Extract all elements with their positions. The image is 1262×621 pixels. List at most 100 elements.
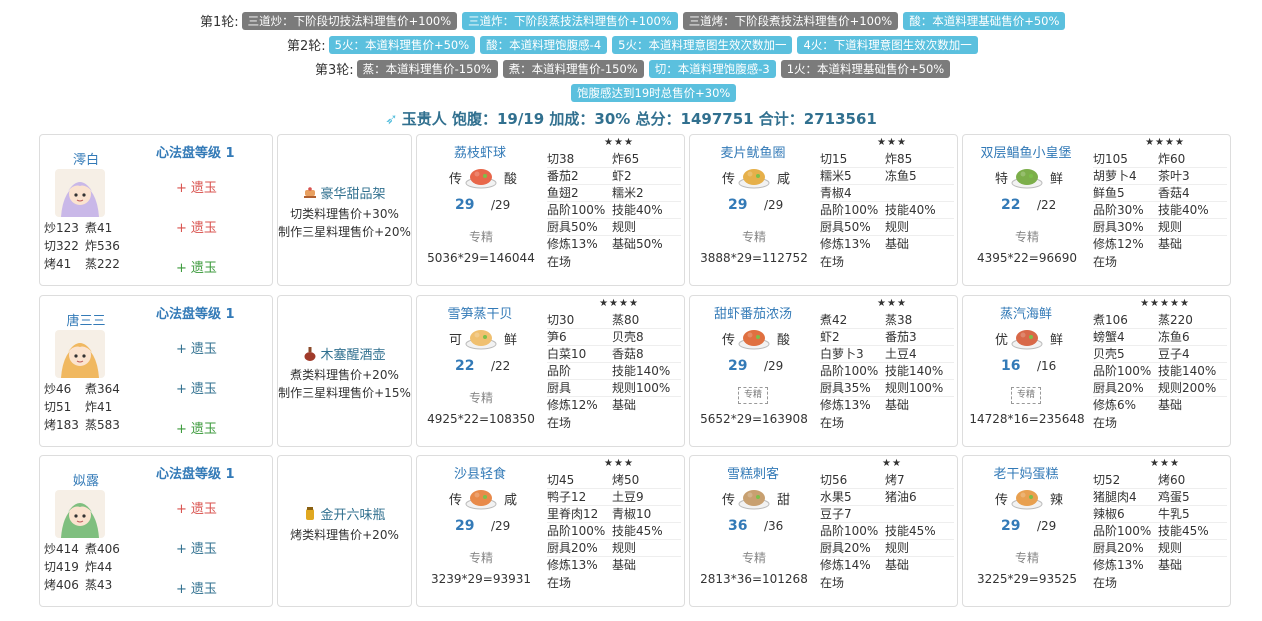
plus-icon: + (176, 422, 187, 437)
recipe-rank: 传 (449, 493, 463, 508)
recipe-quantity[interactable]: 22 (1001, 197, 1020, 213)
chef-stat: 切322 (44, 239, 79, 253)
recipe-max-quantity: /22 (491, 359, 511, 373)
recipe-taste: 酸 (777, 333, 791, 348)
recipe-quantity[interactable]: 36 (728, 518, 747, 534)
recipe-detail-row: 鸭子12 土豆9 (547, 489, 681, 506)
recipe-name[interactable]: 沙县轻食 (417, 463, 543, 482)
recipe-stars: ★★★★ (1145, 137, 1185, 148)
recipe-quantity[interactable]: 29 (728, 358, 747, 374)
recipe-detail-cell: 厨具20% (1093, 541, 1144, 555)
gem-slot[interactable]: + 遗玉 (176, 257, 217, 276)
heart-disc-level[interactable]: 心法盘等级 1 (156, 142, 235, 161)
recipe-detail-cell: 冻鱼6 (1158, 330, 1190, 344)
recipe-max-quantity: /16 (1037, 359, 1057, 373)
plus-icon: + (176, 502, 187, 517)
chef-stat-row: 烤406 蒸43 (44, 576, 120, 594)
recipe-detail-cell: 基础 (1158, 237, 1183, 251)
recipe-rank: 优 (995, 333, 1009, 348)
recipe-name[interactable]: 老干妈蛋糕 (963, 463, 1089, 482)
gem-slot[interactable]: + 遗玉 (176, 578, 217, 597)
equip-title[interactable]: 木塞醒酒壶 (278, 344, 411, 363)
recipe-name[interactable]: 雪糕刺客 (690, 463, 816, 482)
heart-disc-level[interactable]: 心法盘等级 1 (156, 463, 235, 482)
gem-name: 遗玉 (190, 382, 217, 397)
equip-title[interactable]: 豪华甜品架 (278, 183, 411, 202)
recipe-detail-table: 煮106 蒸220 螃蟹4 冻鱼6 贝壳5 豆子4 品阶100% 技能140% 厨具20% 规则2… (1093, 312, 1227, 414)
gem-slot[interactable]: + 遗玉 (176, 177, 217, 196)
gem-slot[interactable]: + 遗玉 (176, 217, 217, 236)
recipe-detail-cell: 香菇8 (612, 347, 644, 361)
recipe-quantity[interactable]: 22 (455, 358, 474, 374)
recipe-detail-cell: 贝壳5 (1093, 347, 1125, 361)
dish-icon (737, 323, 771, 351)
recipe-name[interactable]: 双层鲳鱼小皇堡 (963, 142, 1089, 161)
recipe-quantity[interactable]: 29 (455, 197, 474, 213)
recipe-detail-cell: 修炼12% (547, 398, 598, 412)
recipe-detail-row: 修炼13% 基础50% (547, 236, 681, 253)
recipe-quantity[interactable]: 29 (728, 197, 747, 213)
recipe-quantity[interactable]: 16 (1001, 358, 1020, 374)
recipe-quantity[interactable]: 29 (455, 518, 474, 534)
rule-tag: 5火：本道料理意图生效次数加一 (612, 35, 793, 54)
heart-disc-level[interactable]: 心法盘等级 1 (156, 303, 235, 322)
gem-slot[interactable]: + 遗玉 (176, 538, 217, 557)
recipe-detail-cell: 基础 (885, 237, 910, 251)
specialty-badge: 专精 (1011, 387, 1041, 404)
recipe-name[interactable]: 甜虾番茄浓汤 (690, 303, 816, 322)
recipe-detail-cell: 基础50% (612, 237, 663, 251)
specialty-label: 专精 (469, 230, 494, 244)
recipe-detail-cell: 切56 (820, 473, 848, 487)
recipe-detail-table: 切45 烤50 鸭子12 土豆9 里脊肉12 青椒10 品阶100% 技能45% 厨具20% 规则… (547, 472, 681, 574)
chef-card: 姒露 炒414 煮406 切419 炸44 烤406 蒸43 心法盘等级 1 + 遗玉 + 遗玉 + 遗玉 (39, 455, 273, 607)
recipe-detail-cell: 炸60 (1158, 152, 1186, 166)
recipe-stars: ★★★ (604, 137, 634, 148)
gem-slot[interactable]: + 遗玉 (176, 338, 217, 357)
rule-tag: 1火：本道料理基础售价+50% (780, 59, 951, 78)
plus-icon: + (176, 181, 187, 196)
recipe-name[interactable]: 雪笋蒸干贝 (417, 303, 543, 322)
recipe-detail-cell: 规则 (612, 541, 637, 555)
equip-effect: 烤类料理售价+20% (290, 528, 399, 542)
recipe-card: 沙县轻食 ★★★ 传 咸 29/29 专精 3239*29=93931 切45 烤50 鸭子12 土… (416, 455, 685, 607)
recipe-detail-cell: 青椒4 (820, 186, 852, 200)
rule-tag: 煮：本道料理售价-150% (502, 59, 644, 78)
equip-effect: 制作三星料理售价+20% (278, 225, 411, 239)
equip-title[interactable]: 金开六味瓶 (278, 504, 411, 523)
recipe-detail-cell: 品阶100% (547, 524, 606, 538)
dish-icon (464, 323, 498, 351)
recipe-detail-cell: 品阶100% (1093, 524, 1152, 538)
chef-stat-row: 烤41 蒸222 (44, 255, 120, 273)
recipe-card: 麦片鱿鱼圈 ★★★ 传 咸 29/29 专精 3888*29=112752 切15 炸85 糯米5… (689, 134, 958, 286)
recipe-detail-cell: 猪油6 (885, 490, 917, 504)
recipe-detail-row: 厨具20% 规则 (1093, 540, 1227, 557)
recipe-detail-cell: 修炼13% (820, 398, 871, 412)
rule-tag: 蒸：本道料理售价-150% (356, 59, 498, 78)
chef-name[interactable]: 姒露 (66, 470, 106, 489)
recipe-detail-table: 切56 烤7 水果5 猪油6 豆子7 品阶100% 技能45% 厨具20% 规则 修炼14% 基础 (820, 472, 954, 574)
recipe-name[interactable]: 荔枝虾球 (417, 142, 543, 161)
recipe-price-calc: 3888*29=112752 (700, 251, 808, 265)
recipe-detail-cell: 规则200% (1158, 381, 1217, 395)
chef-stat: 蒸222 (85, 257, 120, 271)
recipe-detail-cell: 规则 (612, 220, 637, 234)
recipe-detail-row: 虾2 番茄3 (820, 329, 954, 346)
chef-name[interactable]: 澪白 (66, 149, 106, 168)
recipe-detail-row: 笋6 贝壳8 (547, 329, 681, 346)
specialty-label: 专精 (1015, 230, 1040, 244)
recipe-name[interactable]: 麦片鱿鱼圈 (690, 142, 816, 161)
gem-slot[interactable]: + 遗玉 (176, 498, 217, 517)
recipe-detail-cell: 豆子7 (820, 507, 852, 521)
recipe-max-quantity: /29 (1037, 519, 1057, 533)
chef-name[interactable]: 唐三三 (66, 310, 106, 329)
chef-avatar (55, 490, 105, 538)
recipe-detail-cell: 技能40% (885, 203, 936, 217)
gem-slot[interactable]: + 遗玉 (176, 378, 217, 397)
gem-slot[interactable]: + 遗玉 (176, 418, 217, 437)
gem-name: 遗玉 (190, 502, 217, 517)
specialty-label: 专精 (469, 551, 494, 565)
plus-icon: + (176, 542, 187, 557)
on-field-label: 在场 (1093, 576, 1118, 590)
recipe-quantity[interactable]: 29 (1001, 518, 1020, 534)
recipe-name[interactable]: 蒸汽海鲜 (963, 303, 1089, 322)
